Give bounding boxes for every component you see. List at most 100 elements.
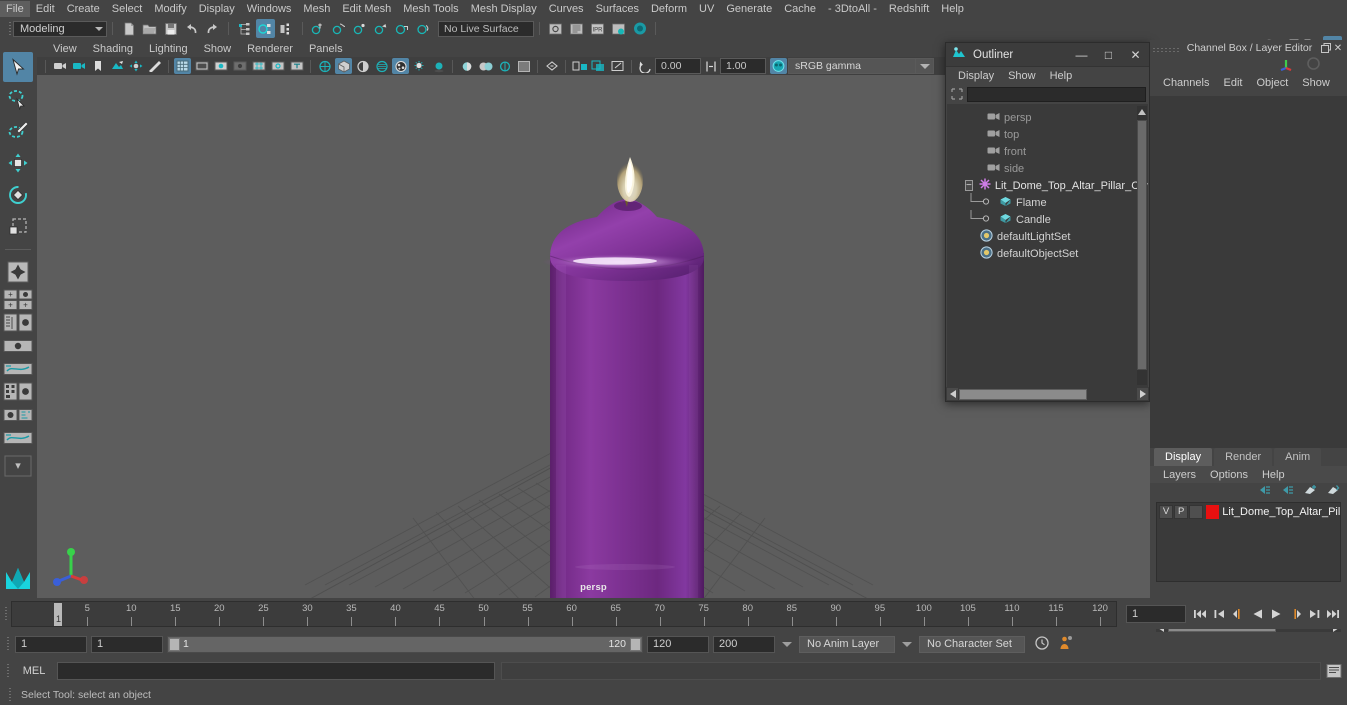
layer-playback-toggle[interactable]: P bbox=[1174, 504, 1189, 519]
exposure-field[interactable]: 0.00 bbox=[655, 58, 701, 74]
image-plane-icon[interactable] bbox=[108, 58, 125, 74]
channel-box-body[interactable] bbox=[1150, 96, 1347, 448]
menu-item-edit[interactable]: Edit bbox=[30, 1, 61, 17]
use-all-lights-icon[interactable] bbox=[392, 58, 409, 74]
outliner-scroll-thumb[interactable] bbox=[1137, 120, 1147, 370]
ambient-occlusion-icon[interactable] bbox=[430, 58, 447, 74]
gate-mask-icon[interactable] bbox=[231, 58, 248, 74]
make-live-button[interactable] bbox=[414, 19, 433, 38]
viewport-settings-icon[interactable] bbox=[515, 58, 532, 74]
layout-preset-single[interactable] bbox=[3, 335, 33, 357]
live-surface-field[interactable]: No Live Surface bbox=[438, 20, 534, 37]
layout-preset-group-2[interactable] bbox=[3, 312, 33, 334]
range-start-handle[interactable] bbox=[169, 637, 180, 651]
outliner-item-default-light-set[interactable]: defaultLightSet bbox=[947, 228, 1148, 245]
layer-menu-layers[interactable]: Layers bbox=[1156, 467, 1203, 483]
range-slider-grip[interactable] bbox=[6, 635, 11, 653]
wireframe-shading-icon[interactable] bbox=[316, 58, 333, 74]
layer-color-swatch[interactable] bbox=[1206, 504, 1220, 519]
render-current-frame-button[interactable] bbox=[567, 19, 586, 38]
shadows-icon[interactable] bbox=[411, 58, 428, 74]
snap-to-view-plane-button[interactable] bbox=[393, 19, 412, 38]
anim-end-time-field[interactable]: 200 bbox=[713, 635, 775, 653]
outliner-vertical-scrollbar[interactable] bbox=[1137, 106, 1147, 385]
redo-button[interactable] bbox=[203, 19, 222, 38]
isolate-select-icon[interactable] bbox=[543, 58, 560, 74]
layout-preset-group-1[interactable]: + + + bbox=[3, 289, 33, 311]
outliner-menu-show[interactable]: Show bbox=[1001, 68, 1043, 84]
outliner-hscroll-thumb[interactable] bbox=[959, 388, 1087, 400]
tab-anim[interactable]: Anim bbox=[1274, 448, 1322, 466]
tab-render[interactable]: Render bbox=[1214, 448, 1273, 466]
refresh-icon[interactable] bbox=[1306, 56, 1321, 74]
go-to-end-button[interactable] bbox=[1324, 605, 1342, 623]
channel-box-menu-channels[interactable]: Channels bbox=[1156, 75, 1216, 92]
viewport-menu-renderer[interactable]: Renderer bbox=[239, 41, 301, 57]
text-display-icon[interactable] bbox=[288, 58, 305, 74]
film-gate-icon[interactable] bbox=[193, 58, 210, 74]
outliner-horizontal-scrollbar[interactable] bbox=[946, 387, 1149, 401]
xray-mode-icon[interactable] bbox=[250, 58, 267, 74]
time-slider-track[interactable]: 1 5 10 15 20 25 30 35 40 45 50 55 60 65 70 75 80 85 90 95 1… bbox=[11, 600, 1117, 627]
outliner-tree[interactable]: persp top front side − Lit_Dome_Top_Alta… bbox=[947, 104, 1148, 387]
layer-type-toggle[interactable] bbox=[1189, 504, 1204, 519]
menu-item-select[interactable]: Select bbox=[106, 1, 149, 17]
viewport-menu-lighting[interactable]: Lighting bbox=[141, 41, 196, 57]
grease-pencil-icon[interactable] bbox=[146, 58, 163, 74]
gamma-field[interactable]: 1.00 bbox=[720, 58, 766, 74]
menu-item-mesh-display[interactable]: Mesh Display bbox=[465, 1, 543, 17]
layer-list[interactable]: V P Lit_Dome_Top_Altar_Pilla bbox=[1156, 502, 1341, 582]
layer-visibility-toggle[interactable]: V bbox=[1159, 504, 1174, 519]
menu-item-file[interactable]: File bbox=[0, 0, 30, 17]
character-set-dropdown-arrow[interactable] bbox=[902, 641, 912, 647]
command-input-field[interactable] bbox=[57, 662, 495, 680]
animation-preferences-icon[interactable] bbox=[1034, 635, 1050, 654]
menu-item-display[interactable]: Display bbox=[193, 1, 241, 17]
step-back-keyframe-button[interactable] bbox=[1210, 605, 1228, 623]
layout-preset-group-4[interactable] bbox=[3, 404, 33, 426]
textured-shading-icon[interactable] bbox=[373, 58, 390, 74]
maximize-icon[interactable]: □ bbox=[1095, 43, 1122, 67]
reset-transform-icon[interactable] bbox=[609, 58, 626, 74]
step-back-frame-button[interactable] bbox=[1229, 605, 1247, 623]
menu-item-cache[interactable]: Cache bbox=[778, 1, 822, 17]
scale-tool-button[interactable] bbox=[3, 212, 33, 242]
more-layouts-button[interactable]: ▾ bbox=[3, 451, 33, 481]
layout-preset-graph[interactable] bbox=[3, 358, 33, 380]
viewport-menu-shading[interactable]: Shading bbox=[85, 41, 141, 57]
undo-button[interactable] bbox=[182, 19, 201, 38]
command-language-label[interactable]: MEL bbox=[17, 665, 51, 677]
two-d-pan-zoom-icon[interactable] bbox=[127, 58, 144, 74]
outliner-item-front[interactable]: front bbox=[947, 143, 1148, 160]
minimize-icon[interactable]: — bbox=[1068, 43, 1095, 67]
outliner-item-persp[interactable]: persp bbox=[947, 109, 1148, 126]
snap-to-curve-button[interactable] bbox=[330, 19, 349, 38]
layout-preset-graph-2[interactable] bbox=[3, 427, 33, 449]
menu-item-help[interactable]: Help bbox=[935, 1, 970, 17]
collapse-expander-icon[interactable]: − bbox=[965, 180, 973, 191]
menu-item-deform[interactable]: Deform bbox=[645, 1, 693, 17]
lasso-tool-button[interactable] bbox=[3, 84, 33, 114]
outliner-item-top[interactable]: top bbox=[947, 126, 1148, 143]
outliner-item-candle[interactable]: Candle bbox=[947, 209, 1148, 228]
open-render-view-button[interactable] bbox=[546, 19, 565, 38]
render-settings-button[interactable] bbox=[609, 19, 628, 38]
scroll-up-arrow-icon[interactable] bbox=[1137, 106, 1147, 118]
command-output-field[interactable] bbox=[501, 662, 1321, 680]
viewport-menu-panels[interactable]: Panels bbox=[301, 41, 351, 57]
close-panel-icon[interactable]: ✕ bbox=[1332, 42, 1344, 54]
menu-item-generate[interactable]: Generate bbox=[720, 1, 778, 17]
new-layer-from-selected-icon[interactable] bbox=[1327, 484, 1341, 499]
move-layer-up-icon[interactable] bbox=[1258, 484, 1272, 499]
menu-item-mesh-tools[interactable]: Mesh Tools bbox=[397, 1, 464, 17]
range-end-time-field[interactable]: 120 bbox=[647, 635, 709, 653]
outliner-title-bar[interactable]: Outliner — □ ✕ bbox=[946, 43, 1149, 67]
color-management-dropdown-arrow[interactable] bbox=[916, 58, 934, 74]
viewport-menu-view[interactable]: View bbox=[45, 41, 85, 57]
script-editor-button[interactable] bbox=[1325, 662, 1343, 680]
snap-transform-icon[interactable] bbox=[571, 58, 588, 74]
menu-item-redshift[interactable]: Redshift bbox=[883, 1, 935, 17]
channel-box-menu-edit[interactable]: Edit bbox=[1216, 75, 1249, 92]
close-icon[interactable]: ✕ bbox=[1122, 43, 1149, 67]
tab-display[interactable]: Display bbox=[1154, 448, 1213, 466]
